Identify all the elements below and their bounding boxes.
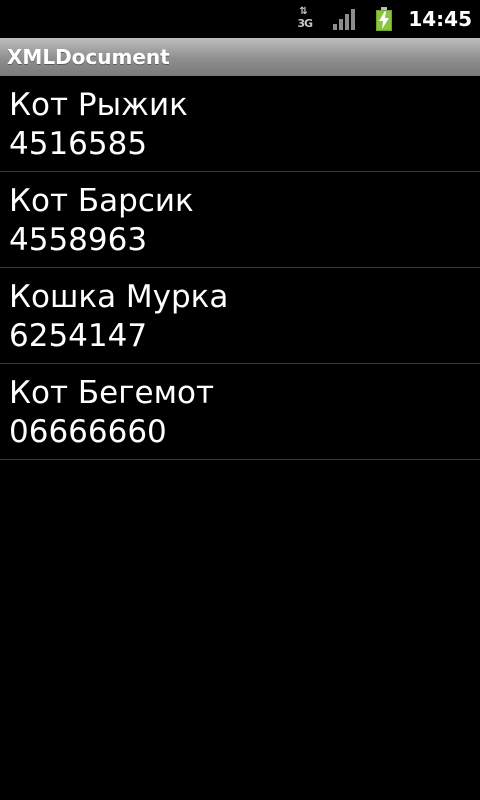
signal-bar — [333, 24, 338, 30]
status-bar: ⇅ 3G 14:45 — [0, 0, 480, 38]
data-arrows-glyph: ⇅ — [299, 6, 307, 17]
title-bar: XMLDocument — [0, 38, 480, 76]
3g-data-icon: ⇅ 3G — [297, 6, 315, 32]
list-item-name: Кот Барсик — [9, 183, 194, 219]
status-icons: ⇅ 3G 14:45 — [297, 0, 472, 38]
list-item[interactable]: Кот Рыжик 4516585 — [0, 76, 480, 172]
list-item[interactable]: Кошка Мурка 6254147 — [0, 268, 480, 364]
status-clock: 14:45 — [408, 7, 472, 31]
battery-charging-icon — [376, 7, 393, 31]
list-item-phone: 06666660 — [9, 414, 167, 450]
list-item-name: Кот Бегемот — [9, 375, 214, 411]
signal-bar — [345, 14, 350, 30]
signal-bar — [339, 19, 344, 30]
signal-strength-icon — [333, 8, 359, 30]
list-item-name: Кошка Мурка — [9, 279, 229, 315]
app-title: XMLDocument — [7, 45, 170, 69]
network-type-label: 3G — [297, 17, 313, 30]
contact-list: Кот Рыжик 4516585 Кот Барсик 4558963 Кош… — [0, 76, 480, 460]
signal-bar — [351, 9, 356, 30]
lightning-bolt-icon — [379, 11, 390, 29]
list-item-name: Кот Рыжик — [9, 87, 188, 123]
list-item-phone: 4558963 — [9, 222, 148, 258]
list-item[interactable]: Кот Бегемот 06666660 — [0, 364, 480, 460]
list-item-phone: 6254147 — [9, 318, 148, 354]
screen: ⇅ 3G 14:45 XMLDocument Кот Рыжик 4516585… — [0, 0, 480, 800]
list-item-phone: 4516585 — [9, 126, 148, 162]
list-item[interactable]: Кот Барсик 4558963 — [0, 172, 480, 268]
